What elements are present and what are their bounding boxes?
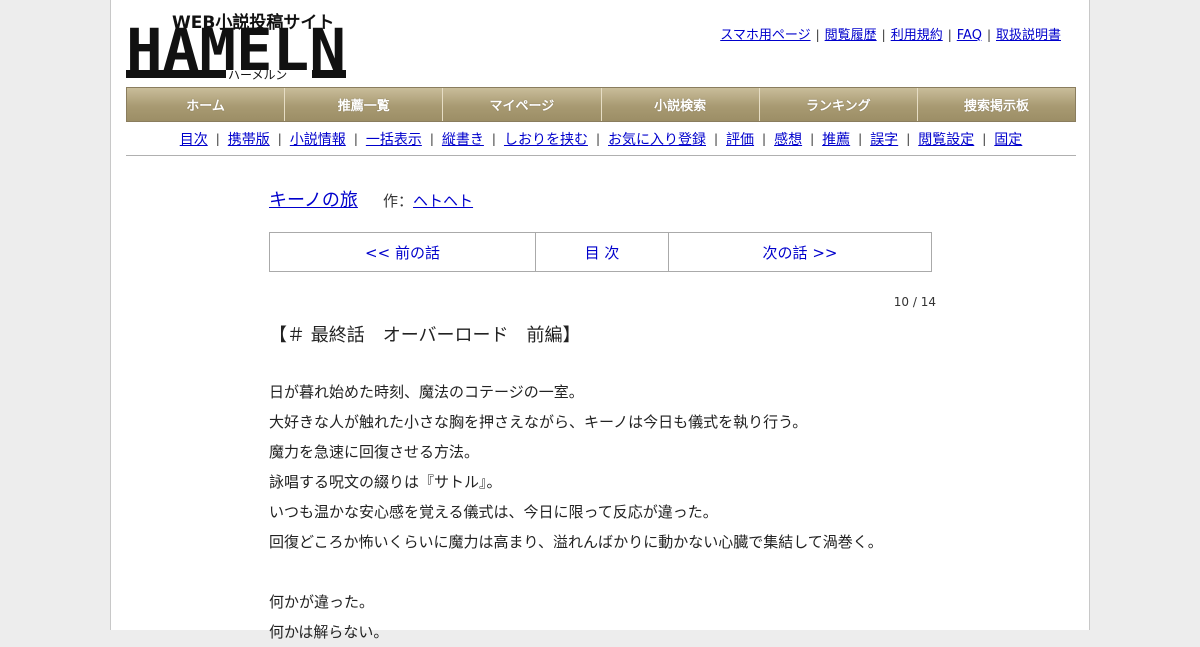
paragraph: 何かが違った。 xyxy=(269,593,375,611)
nav-recommendations[interactable]: 推薦一覧 xyxy=(285,88,444,121)
link-smartphone[interactable]: スマホ用ページ xyxy=(720,28,810,43)
page-counter: 10 / 14 xyxy=(893,295,936,309)
subnav-toc[interactable]: 目次 xyxy=(180,129,208,149)
paragraph: 日が暮れ始めた時刻、魔法のコテージの一室。 xyxy=(269,383,584,401)
subnav-recommend[interactable]: 推薦 xyxy=(822,129,850,149)
nav-ranking[interactable]: ランキング xyxy=(760,88,918,121)
paragraph: 回復どころか怖いくらいに魔力は高まり、溢れんばかりに動かない心臓で集結して渦巻く… xyxy=(269,533,883,551)
novel-title[interactable]: キーノの旅 xyxy=(269,190,358,211)
subnav-pin[interactable]: 固定 xyxy=(994,129,1022,149)
paragraph: 何かは解らない。 xyxy=(269,623,389,641)
top-links: スマホ用ページ | 閲覧履歴 | 利用規約 | FAQ | 取扱説明書 xyxy=(720,28,1061,43)
page-container: WEB小説投稿サイト HAMELN ハーメルン スマホ用ページ | 閲覧履歴 | 利用規… xyxy=(110,0,1090,641)
subnav-rating[interactable]: 評価 xyxy=(726,129,754,149)
link-manual[interactable]: 取扱説明書 xyxy=(996,28,1061,43)
toc-button[interactable]: 目 次 xyxy=(536,233,669,271)
site-logo[interactable]: WEB小説投稿サイト HAMELN ハーメルン xyxy=(126,10,346,80)
next-chapter-button[interactable]: 次の話 >> xyxy=(669,233,931,271)
link-faq[interactable]: FAQ xyxy=(957,28,982,43)
paragraph: いつも温かな安心感を覚える儀式は、今日に限って反応が違った。 xyxy=(269,503,718,521)
subnav-settings[interactable]: 閲覧設定 xyxy=(918,129,974,149)
logo-kana: ハーメルン xyxy=(228,68,287,80)
nav-search[interactable]: 小説検索 xyxy=(602,88,760,121)
author-link[interactable]: ヘトヘト xyxy=(413,192,473,210)
link-terms[interactable]: 利用規約 xyxy=(891,28,943,43)
sub-nav: 目次 | 携帯版 | 小説情報 | 一括表示 | 縦書き | しおりを挟む | お気に入り登… xyxy=(126,122,1076,156)
chapter-body: 日が暮れ始めた時刻、魔法のコテージの一室。 大好きな人が触れた小さな胸を押さえな… xyxy=(269,377,883,647)
paragraph xyxy=(269,557,883,587)
author-label: 作： xyxy=(383,192,414,210)
paragraph: 大好きな人が触れた小さな胸を押さえながら、キーノは今日も儀式を執り行う。 xyxy=(269,413,808,431)
paragraph: 魔力を急速に回復させる方法。 xyxy=(269,443,480,461)
subnav-review[interactable]: 感想 xyxy=(774,129,802,149)
subnav-mobile[interactable]: 携帯版 xyxy=(228,129,270,149)
subnav-info[interactable]: 小説情報 xyxy=(290,129,346,149)
nav-mypage[interactable]: マイページ xyxy=(443,88,602,121)
paragraph: 詠唱する呪文の綴りは『サトル』。 xyxy=(269,473,502,491)
nav-home[interactable]: ホーム xyxy=(127,88,286,121)
main-nav: ホーム 推薦一覧 マイページ 小説検索 ランキング 捜索掲示板 xyxy=(126,87,1076,122)
subnav-favorite[interactable]: お気に入り登録 xyxy=(608,129,706,149)
subnav-all[interactable]: 一括表示 xyxy=(366,129,422,149)
nav-board[interactable]: 捜索掲示板 xyxy=(918,88,1075,121)
novel-title-line: キーノの旅 作：ヘトヘト xyxy=(269,186,473,212)
chapter-title: 【＃ 最終話 オーバーロード 前編】 xyxy=(269,325,581,346)
link-history[interactable]: 閲覧履歴 xyxy=(825,28,877,43)
subnav-vertical[interactable]: 縦書き xyxy=(442,129,484,149)
subnav-typo[interactable]: 誤字 xyxy=(870,129,898,149)
subnav-bookmark[interactable]: しおりを挟む xyxy=(504,129,588,149)
chapter-pager: << 前の話 目 次 次の話 >> xyxy=(269,232,932,272)
prev-chapter-button[interactable]: << 前の話 xyxy=(270,233,536,271)
